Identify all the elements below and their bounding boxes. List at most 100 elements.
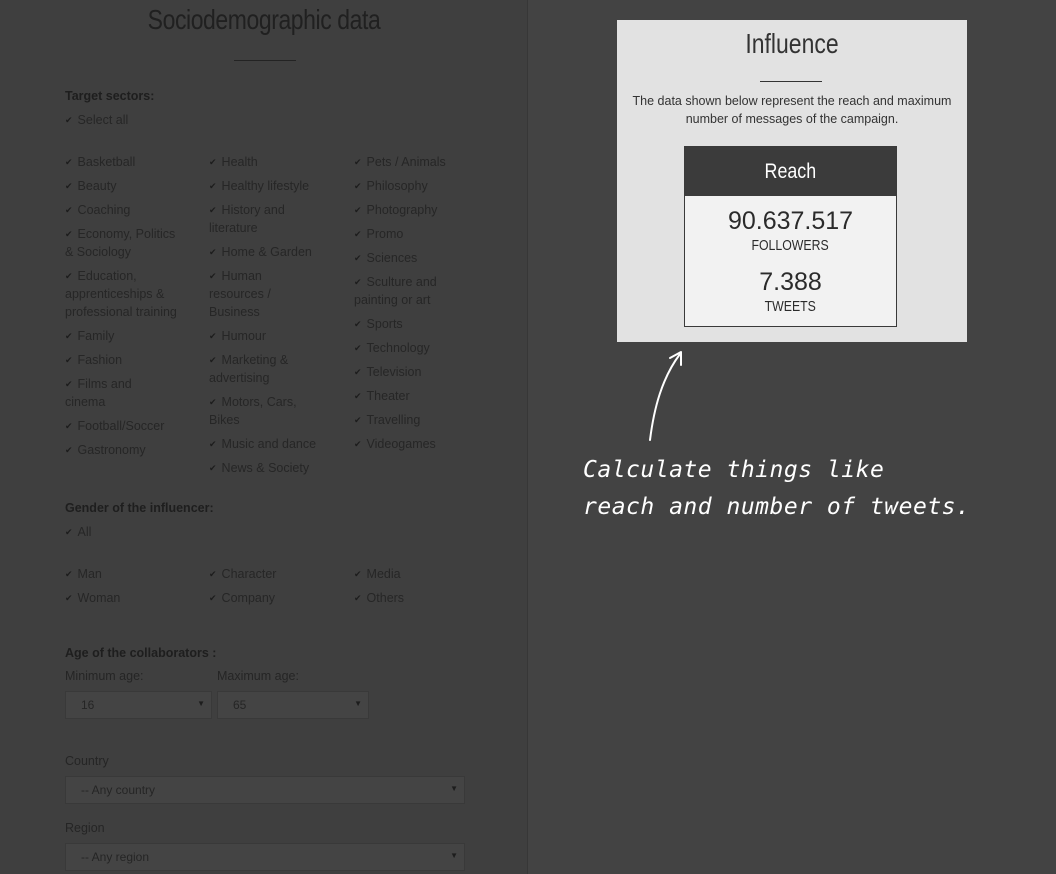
select-all-checkbox[interactable]: ✔ Select all <box>65 111 128 129</box>
influence-description: The data shown below represent the reach… <box>632 94 952 126</box>
annotation-arrow-icon <box>649 351 682 441</box>
influence-title: Influence <box>745 28 839 59</box>
title-divider <box>234 60 296 61</box>
sector-checkbox[interactable]: ✔ Technology <box>354 339 430 357</box>
check-icon: ✔ <box>209 593 217 603</box>
country-label: Country <box>65 754 109 768</box>
sector-checkbox[interactable]: ✔ Coaching <box>65 201 130 219</box>
gender-label: Gender of the influencer: <box>65 501 214 515</box>
check-icon: ✔ <box>65 527 73 537</box>
sector-checkbox[interactable]: ✔ Human resources / Business <box>209 267 271 321</box>
check-icon: ✔ <box>65 379 73 389</box>
sector-checkbox[interactable]: ✔ Economy, Politics & Sociology <box>65 225 175 261</box>
check-icon: ✔ <box>209 463 217 473</box>
sector-checkbox[interactable]: ✔ Home & Garden <box>209 243 312 261</box>
tweets-value: 7.388 <box>759 268 822 296</box>
dropdown-arrow-icon: ▼ <box>450 784 458 793</box>
check-icon: ✔ <box>209 569 217 579</box>
region-label: Region <box>65 821 105 835</box>
check-icon: ✔ <box>65 355 73 365</box>
check-icon: ✔ <box>209 331 217 341</box>
check-icon: ✔ <box>354 439 362 449</box>
sector-checkbox[interactable]: ✔ Promo <box>354 225 403 243</box>
sector-checkbox[interactable]: ✔ Family <box>65 327 114 345</box>
sector-checkbox[interactable]: ✔ Education, apprenticeships & professional… <box>65 267 177 321</box>
sector-checkbox[interactable]: ✔ Marketing & advertising <box>209 351 288 387</box>
max-age-label: Maximum age: <box>217 669 299 683</box>
check-icon: ✔ <box>354 343 362 353</box>
check-icon: ✔ <box>65 421 73 431</box>
dropdown-arrow-icon: ▼ <box>450 851 458 860</box>
check-icon: ✔ <box>65 157 73 167</box>
reach-header: Reach <box>685 147 896 196</box>
followers-label: FOLLOWERS <box>751 237 830 254</box>
sector-checkbox[interactable]: ✔ Sculture and painting or art <box>354 273 437 309</box>
sector-checkbox[interactable]: ✔ Music and dance <box>209 435 316 453</box>
check-icon: ✔ <box>65 115 73 125</box>
annotation-text: Calculate things like reach and number o… <box>583 457 971 520</box>
check-icon: ✔ <box>209 355 217 365</box>
max-age-select[interactable]: 65 ▼ <box>217 691 369 719</box>
sector-checkbox[interactable]: ✔ News & Society <box>209 459 309 477</box>
sector-checkbox[interactable]: ✔ History and literature <box>209 201 285 237</box>
check-icon: ✔ <box>354 319 362 329</box>
card-divider <box>760 81 822 82</box>
check-icon: ✔ <box>354 415 362 425</box>
check-icon: ✔ <box>354 229 362 239</box>
gender-checkbox[interactable]: ✔ Woman <box>65 589 120 607</box>
sector-checkbox[interactable]: ✔ Films and cinema <box>65 375 132 411</box>
check-icon: ✔ <box>354 593 362 603</box>
reach-box: Reach 90.637.517 FOLLOWERS 7.388 TWEETS <box>684 146 897 327</box>
sector-checkbox[interactable]: ✔ Health <box>209 153 258 171</box>
check-icon: ✔ <box>209 157 217 167</box>
sector-checkbox[interactable]: ✔ Photography <box>354 201 437 219</box>
sector-checkbox[interactable]: ✔ Travelling <box>354 411 420 429</box>
min-age-select[interactable]: 16 ▼ <box>65 691 212 719</box>
sector-checkbox[interactable]: ✔ Pets / Animals <box>354 153 446 171</box>
age-label: Age of the collaborators : <box>65 646 217 660</box>
check-icon: ✔ <box>354 253 362 263</box>
sector-checkbox[interactable]: ✔ Basketball <box>65 153 135 171</box>
check-icon: ✔ <box>65 271 73 281</box>
region-select[interactable]: -- Any region ▼ <box>65 843 465 871</box>
influence-card: Influence The data shown below represent… <box>617 20 967 342</box>
check-icon: ✔ <box>354 367 362 377</box>
min-age-label: Minimum age: <box>65 669 144 683</box>
check-icon: ✔ <box>65 205 73 215</box>
sector-checkbox[interactable]: ✔ Gastronomy <box>65 441 146 459</box>
sector-checkbox[interactable]: ✔ Television <box>354 363 421 381</box>
check-icon: ✔ <box>354 157 362 167</box>
gender-checkbox[interactable]: ✔ Others <box>354 589 404 607</box>
sector-checkbox[interactable]: ✔ Fashion <box>65 351 122 369</box>
check-icon: ✔ <box>65 445 73 455</box>
sector-checkbox[interactable]: ✔ Philosophy <box>354 177 428 195</box>
sector-checkbox[interactable]: ✔ Sports <box>354 315 403 333</box>
check-icon: ✔ <box>354 569 362 579</box>
check-icon: ✔ <box>354 277 362 287</box>
dropdown-arrow-icon: ▼ <box>354 699 362 708</box>
check-icon: ✔ <box>209 439 217 449</box>
section-title: Sociodemographic data <box>147 4 381 35</box>
sector-checkbox[interactable]: ✔ Sciences <box>354 249 417 267</box>
check-icon: ✔ <box>65 181 73 191</box>
gender-checkbox[interactable]: ✔ Man <box>65 565 102 583</box>
check-icon: ✔ <box>65 569 73 579</box>
country-select[interactable]: -- Any country ▼ <box>65 776 465 804</box>
sector-checkbox[interactable]: ✔ Theater <box>354 387 410 405</box>
check-icon: ✔ <box>65 593 73 603</box>
check-icon: ✔ <box>354 181 362 191</box>
sector-checkbox[interactable]: ✔ Beauty <box>65 177 116 195</box>
sector-checkbox[interactable]: ✔ Videogames <box>354 435 436 453</box>
check-icon: ✔ <box>209 271 217 281</box>
gender-checkbox[interactable]: ✔ Media <box>354 565 401 583</box>
check-icon: ✔ <box>354 205 362 215</box>
gender-all-checkbox[interactable]: ✔ All <box>65 523 91 541</box>
gender-checkbox[interactable]: ✔ Company <box>209 589 275 607</box>
sector-checkbox[interactable]: ✔ Humour <box>209 327 266 345</box>
sector-checkbox[interactable]: ✔ Healthy lifestyle <box>209 177 309 195</box>
gender-checkbox[interactable]: ✔ Character <box>209 565 276 583</box>
dropdown-arrow-icon: ▼ <box>197 699 205 708</box>
sector-checkbox[interactable]: ✔ Football/Soccer <box>65 417 164 435</box>
check-icon: ✔ <box>209 181 217 191</box>
sector-checkbox[interactable]: ✔ Motors, Cars, Bikes <box>209 393 297 429</box>
